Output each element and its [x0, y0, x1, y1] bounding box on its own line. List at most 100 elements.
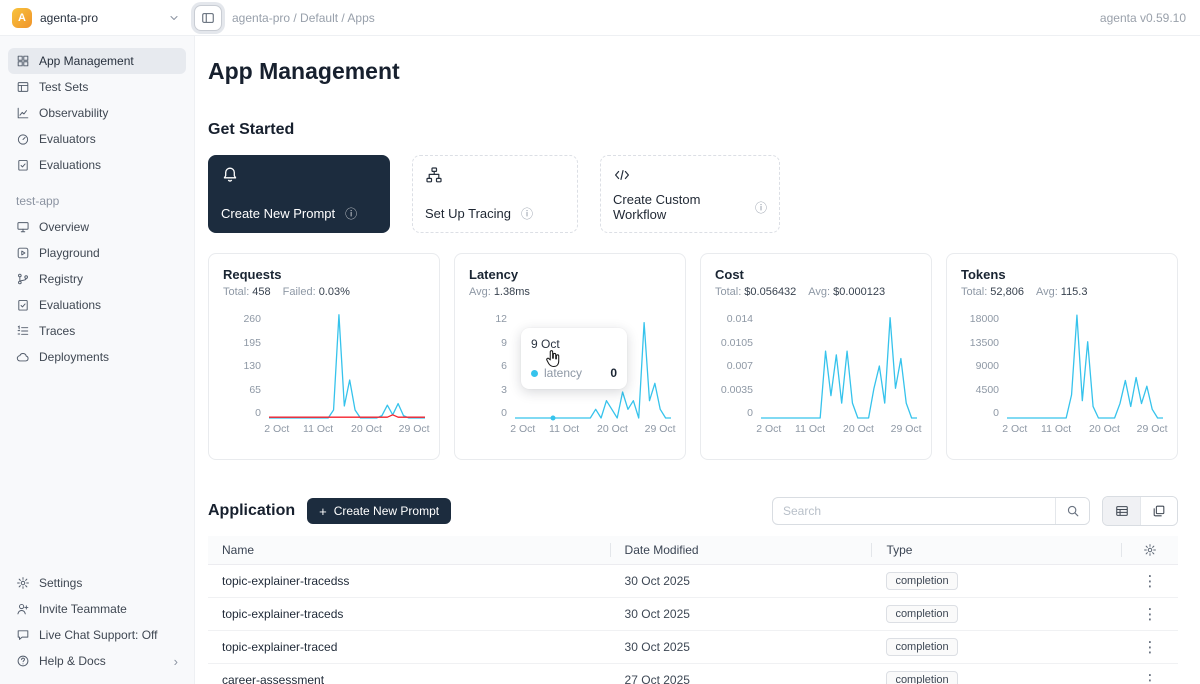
more-actions-icon[interactable]: ⋮ [1138, 638, 1162, 656]
card-view-button[interactable] [1140, 497, 1177, 525]
chevron-right-icon: › [174, 654, 178, 669]
metric-title: Latency [469, 267, 671, 282]
x-axis: 2 Oct11 Oct20 Oct29 Oct [761, 418, 917, 434]
sidebar-panel-icon [201, 11, 215, 25]
sidebar-item-playground[interactable]: Playground [8, 240, 186, 266]
y-axis: 260195130650 [223, 314, 261, 418]
monitor-icon [16, 220, 30, 234]
metric-stats: Total:52,806 Avg:115.3 [961, 286, 1163, 298]
create-custom-workflow-card[interactable]: Create Custom Workflow ⓘ [600, 155, 780, 233]
type-badge: completion [886, 605, 957, 623]
sidebar-item-label: Settings [39, 576, 82, 590]
series-dot-icon [531, 370, 538, 377]
sidebar-item-label: Evaluations [39, 158, 101, 172]
column-name: Name [208, 536, 611, 564]
tokens-chart-plot[interactable] [1007, 314, 1163, 418]
card-label: Create Custom Workflow [613, 192, 745, 222]
sidebar-item-label: Registry [39, 272, 83, 286]
sidebar-item-registry[interactable]: Registry [8, 266, 186, 292]
sidebar-item-test-sets[interactable]: Test Sets [8, 74, 186, 100]
date-modified: 30 Oct 2025 [611, 607, 873, 621]
metric-card-tokens: Tokens Total:52,806 Avg:115.3 1800013500… [946, 253, 1178, 460]
info-icon[interactable]: ⓘ [521, 205, 533, 222]
sidebar-item-live-chat-support[interactable]: Live Chat Support: Off [8, 622, 186, 648]
line-chart-icon [16, 106, 30, 120]
sidebar-item-observability[interactable]: Observability [8, 100, 186, 126]
table-header: Name Date Modified Type [208, 536, 1178, 565]
sidebar-toggle-button[interactable] [194, 5, 222, 31]
app-name: career-assessment [208, 673, 611, 684]
sidebar-item-label: Invite Teammate [39, 602, 127, 616]
requests-chart-plot[interactable] [269, 314, 425, 418]
sidebar-item-overview[interactable]: Overview [8, 214, 186, 240]
sidebar-item-label: Playground [39, 246, 100, 260]
apps-table: Name Date Modified Type topic-explainer-… [208, 536, 1178, 684]
date-modified: 30 Oct 2025 [611, 574, 873, 588]
type-badge: completion [886, 638, 957, 656]
metric-title: Cost [715, 267, 917, 282]
column-settings-icon[interactable] [1143, 543, 1157, 557]
sidebar-item-label: Evaluations [39, 298, 101, 312]
type-badge: completion [886, 572, 957, 590]
info-icon[interactable]: ⓘ [345, 205, 357, 222]
create-new-prompt-button[interactable]: + Create New Prompt [307, 498, 451, 524]
gauge-icon [16, 132, 30, 146]
metric-stats: Total:$0.056432 Avg:$0.000123 [715, 286, 917, 298]
table-row[interactable]: topic-explainer-tracedss 30 Oct 2025 com… [208, 565, 1178, 598]
search-button[interactable] [1055, 498, 1089, 524]
search-input[interactable] [773, 498, 1055, 524]
workspace-switcher[interactable]: A agenta-pro [0, 0, 190, 35]
sidebar-item-settings[interactable]: Settings [8, 570, 186, 596]
view-toggle [1102, 496, 1178, 526]
sidebar-item-deployments[interactable]: Deployments [8, 344, 186, 370]
search-bar [772, 497, 1090, 525]
x-axis: 2 Oct11 Oct20 Oct29 Oct [269, 418, 425, 434]
chevron-down-icon [168, 12, 180, 24]
column-date-modified: Date Modified [611, 536, 873, 564]
more-actions-icon[interactable]: ⋮ [1138, 572, 1162, 590]
table-view-button[interactable] [1103, 497, 1140, 525]
cost-chart-plot[interactable] [761, 314, 917, 418]
sidebar-item-invite-teammate[interactable]: Invite Teammate [8, 596, 186, 622]
table-body: topic-explainer-tracedss 30 Oct 2025 com… [208, 565, 1178, 684]
metrics-row: Requests Total:458 Failed:0.03% 26019513… [208, 253, 1178, 460]
app-name: topic-explainer-traced [208, 640, 611, 654]
get-started-cards: Create New Prompt ⓘ Set Up Tracing ⓘ Cre… [208, 155, 1178, 233]
card-label: Create New Prompt [221, 206, 335, 221]
tracing-nodes-icon [425, 166, 443, 184]
date-modified: 30 Oct 2025 [611, 640, 873, 654]
column-type: Type [872, 536, 1122, 564]
tooltip-value: 0 [610, 366, 617, 380]
more-actions-icon[interactable]: ⋮ [1138, 605, 1162, 623]
table-row[interactable]: career-assessment 27 Oct 2025 completion… [208, 664, 1178, 684]
type-badge: completion [886, 671, 957, 684]
sidebar-item-app-evaluations[interactable]: Evaluations [8, 292, 186, 318]
sidebar-item-label: Overview [39, 220, 89, 234]
sidebar-item-label: Evaluators [39, 132, 96, 146]
sidebar-item-traces[interactable]: Traces [8, 318, 186, 344]
date-modified: 27 Oct 2025 [611, 673, 873, 684]
hand-cursor-icon [545, 350, 560, 368]
create-new-prompt-card[interactable]: Create New Prompt ⓘ [208, 155, 390, 233]
play-square-icon [16, 246, 30, 260]
sidebar: App Management Test Sets Observability E… [0, 36, 195, 684]
sidebar-item-evaluators[interactable]: Evaluators [8, 126, 186, 152]
info-icon[interactable]: ⓘ [755, 199, 767, 216]
more-actions-icon[interactable]: ⋮ [1138, 671, 1162, 684]
card-view-icon [1152, 504, 1166, 518]
sidebar-item-evaluations[interactable]: Evaluations [8, 152, 186, 178]
clipboard-check-icon [16, 298, 30, 312]
sidebar-item-app-management[interactable]: App Management [8, 48, 186, 74]
metric-stats: Total:458 Failed:0.03% [223, 286, 425, 298]
table-icon [16, 80, 30, 94]
app-name: topic-explainer-traceds [208, 607, 611, 621]
sidebar-item-help-docs[interactable]: Help & Docs › [8, 648, 186, 674]
breadcrumb[interactable]: agenta-pro / Default / Apps [232, 11, 1100, 25]
workspace-avatar: A [12, 8, 32, 28]
set-up-tracing-card[interactable]: Set Up Tracing ⓘ [412, 155, 578, 233]
sidebar-item-label: Test Sets [39, 80, 88, 94]
x-axis: 2 Oct11 Oct20 Oct29 Oct [1007, 418, 1163, 434]
metric-stats: Avg:1.38ms [469, 286, 671, 298]
table-row[interactable]: topic-explainer-traced 30 Oct 2025 compl… [208, 631, 1178, 664]
table-row[interactable]: topic-explainer-traceds 30 Oct 2025 comp… [208, 598, 1178, 631]
